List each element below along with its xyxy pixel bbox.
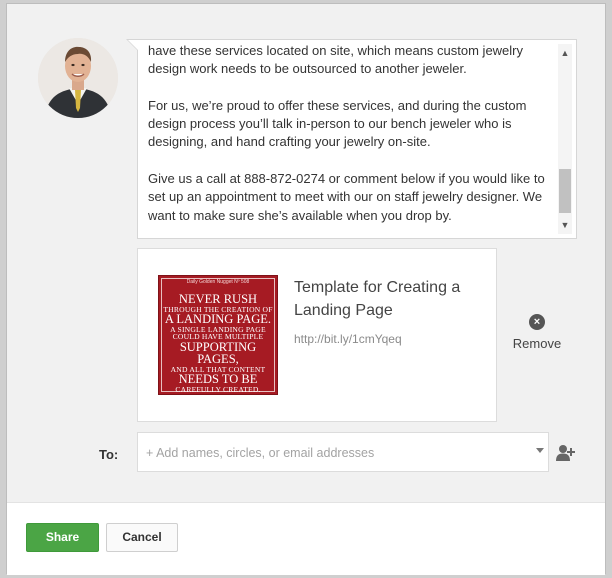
thumbnail-line: Never Rush — [178, 292, 258, 306]
chevron-down-icon[interactable] — [536, 448, 544, 453]
post-paragraph: Give us a call at 888-872-0274 or commen… — [148, 171, 545, 223]
cancel-button[interactable]: Cancel — [106, 523, 178, 552]
link-url[interactable]: http://bit.ly/1cmYqeq — [294, 332, 402, 346]
avatar — [38, 38, 118, 118]
thumbnail-header: Daily Golden Nugget Nº 508 — [186, 279, 250, 285]
thumbnail-line: needs to be — [178, 372, 258, 387]
remove-icon[interactable]: × — [529, 314, 545, 330]
dialog-footer: Share Cancel — [7, 502, 605, 575]
to-label: To: — [99, 447, 119, 462]
share-dialog: have these services located on site, whi… — [6, 3, 606, 575]
recipients-field[interactable] — [137, 432, 549, 472]
post-text[interactable]: have these services located on site, whi… — [148, 42, 554, 234]
thumbnail-line: supporting pages, — [179, 339, 257, 367]
post-paragraph: have these services located on site, whi… — [148, 43, 524, 77]
remove-label[interactable]: Remove — [507, 336, 567, 351]
scroll-down-icon[interactable]: ▼ — [558, 218, 572, 232]
link-preview-card: Daily Golden Nugget Nº 508 Never Rush th… — [137, 248, 497, 422]
post-composer[interactable]: have these services located on site, whi… — [126, 39, 577, 239]
recipients-input[interactable] — [146, 444, 526, 462]
add-person-icon[interactable] — [555, 444, 575, 462]
post-paragraph: For us, we’re proud to offer these servi… — [148, 97, 527, 150]
link-thumbnail: Daily Golden Nugget Nº 508 Never Rush th… — [158, 275, 278, 395]
scroll-thumb[interactable] — [559, 169, 571, 213]
thumbnail-line: carefully created. — [175, 384, 261, 394]
share-button[interactable]: Share — [26, 523, 99, 552]
composer-scrollbar[interactable]: ▲ ▼ — [558, 44, 572, 234]
scroll-up-icon[interactable]: ▲ — [558, 46, 572, 60]
remove-link-button[interactable]: × Remove — [507, 314, 567, 351]
thumbnail-text: Never Rush through the creation of a lan… — [163, 293, 273, 393]
thumbnail-line: a landing page. — [164, 312, 272, 327]
link-title[interactable]: Template for Creating a Landing Page — [294, 276, 484, 322]
